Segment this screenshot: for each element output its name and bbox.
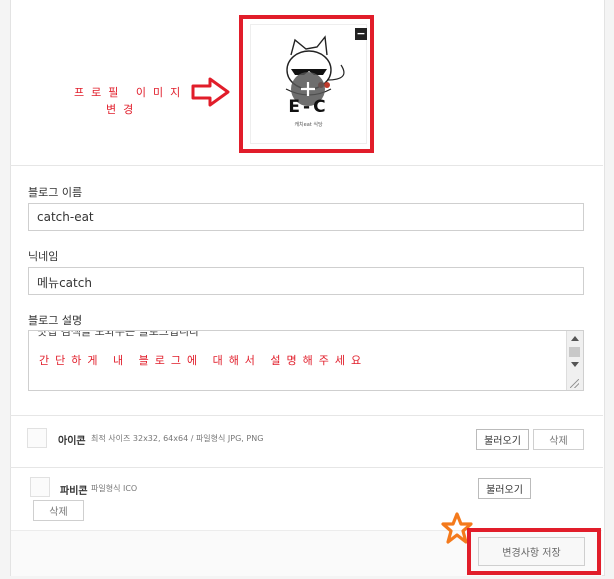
profile-annotation-line1: 프로필 이미지 <box>74 86 188 99</box>
blog-desc-label: 블로그 설명 <box>28 314 83 327</box>
favicon-desc: 파일형식 ICO <box>91 484 138 493</box>
nickname-label: 닉네임 <box>28 250 59 263</box>
profile-annotation-line2: 변경 <box>106 103 141 116</box>
divider <box>10 165 603 166</box>
save-button[interactable]: 변경사항 저장 <box>478 537 585 566</box>
favicon-title: 파비콘 <box>60 486 88 497</box>
resize-grip-icon[interactable] <box>570 379 579 388</box>
profile-image-title: E-C <box>288 97 329 117</box>
favicon-delete-button[interactable]: 삭제 <box>33 500 84 521</box>
icon-title: 아이콘 <box>58 436 86 447</box>
favicon-preview-box <box>30 477 50 497</box>
blog-desc-partial-text: 맛집 검색을 도와주는 블로그입니다 <box>37 330 200 338</box>
blog-desc-overlay-text: 간단하게 내 블로그에 대해서 설명해주세요 <box>39 354 368 367</box>
profile-image[interactable]: E-C 캐치eat 식당 <box>250 24 367 144</box>
icon-load-button[interactable]: 불러오기 <box>476 429 529 450</box>
scroll-up-icon[interactable] <box>571 336 579 341</box>
remove-image-button[interactable]: − <box>355 28 367 40</box>
icon-preview-box <box>27 428 47 448</box>
profile-image-subtitle: 캐치eat 식당 <box>294 122 323 128</box>
blog-name-label: 블로그 이름 <box>28 186 83 199</box>
divider <box>10 415 603 416</box>
blog-desc-textarea[interactable]: 맛집 검색을 도와주는 블로그입니다 간단하게 내 블로그에 대해서 설명해주세… <box>28 330 584 391</box>
divider <box>10 467 603 468</box>
nickname-input[interactable]: 메뉴catch <box>28 267 584 295</box>
arrow-right-icon <box>191 77 230 107</box>
icon-delete-button[interactable]: 삭제 <box>533 429 584 450</box>
scrollbar-thumb[interactable] <box>569 347 580 357</box>
favicon-load-button[interactable]: 불러오기 <box>478 478 531 499</box>
textarea-scrollbar[interactable] <box>566 331 583 390</box>
blog-name-input[interactable]: catch-eat <box>28 203 584 231</box>
icon-desc: 최적 사이즈 32x32, 64x64 / 파일형식 JPG, PNG <box>91 434 264 443</box>
scroll-down-icon[interactable] <box>571 362 579 367</box>
